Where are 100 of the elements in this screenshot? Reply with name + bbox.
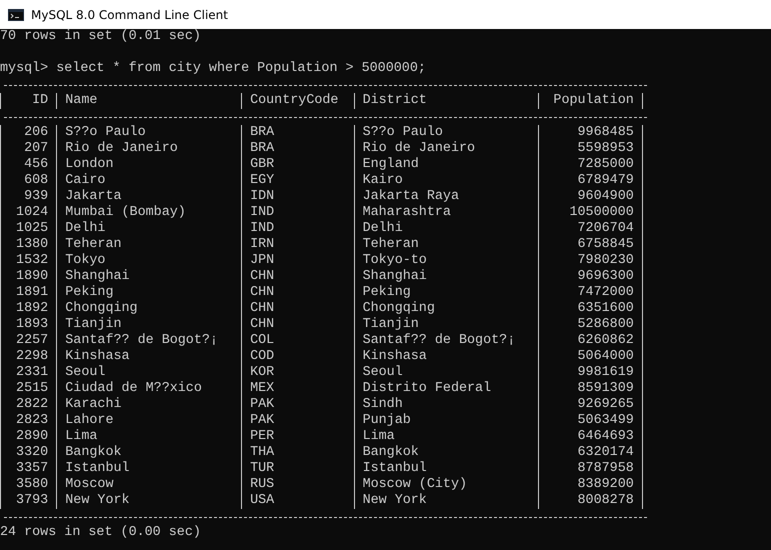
table-cell: Santaf?? de Bogot?¡ [56,333,242,349]
table-cell: KOR [241,365,354,381]
table-cell: 1380 [0,237,56,253]
table-cell: Seoul [56,365,242,381]
table-cell: 2257 [0,333,56,349]
table-cell: 2822 [0,397,56,413]
table-cell: 939 [0,189,56,205]
table-cell: 1532 [0,253,56,269]
table-cell: 6260862 [538,333,643,349]
table-cell: Distrito Federal [354,381,538,397]
table-cell: Santaf?? de Bogot?¡ [354,333,538,349]
column-header: Name [56,93,242,109]
table-cell: 6351600 [538,301,643,317]
table-cell: 7472000 [538,285,643,301]
table-cell: 7980230 [538,253,643,269]
table-cell: Shanghai [354,269,538,285]
table-cell: 8787958 [538,461,643,477]
table-cell: Teheran [56,237,242,253]
table-cell: IND [241,205,354,221]
table-cell: CHN [241,285,354,301]
table-cell: Kinshasa [354,349,538,365]
table-cell: Sindh [354,397,538,413]
table-cell: Tokyo-to [354,253,538,269]
table-cell: 9269265 [538,397,643,413]
table-cell: 9604900 [538,189,643,205]
table-cell: 2298 [0,349,56,365]
table-cell: 206 [0,125,56,141]
table-cell: 5064000 [538,349,643,365]
table-cell: TUR [241,461,354,477]
table-cell: Lahore [56,413,242,429]
table-cell: Seoul [354,365,538,381]
table-cell: 6464693 [538,429,643,445]
table-cell: BRA [241,125,354,141]
table-cell: 5063499 [538,413,643,429]
table-cell: 2331 [0,365,56,381]
table-cell: Delhi [56,221,242,237]
table-cell: 3357 [0,461,56,477]
table-cell: Teheran [354,237,538,253]
table-cell: 2823 [0,413,56,429]
table-cell: 5286800 [538,317,643,333]
table-cell: Peking [56,285,242,301]
table-cell: CHN [241,317,354,333]
table-cell: 8591309 [538,381,643,397]
table-cell: 608 [0,173,56,189]
table-cell: 3793 [0,493,56,509]
column-header: District [354,93,538,109]
table-cell: USA [241,493,354,509]
table-cell: Maharashtra [354,205,538,221]
column-header: Population [538,93,643,109]
table-cell: GBR [241,157,354,173]
table-cell: New York [56,493,242,509]
table-cell: S??o Paulo [354,125,538,141]
table-cell: Ciudad de M??xico [56,381,242,397]
table-cell: Punjab [354,413,538,429]
table-cell: Istanbul [56,461,242,477]
table-cell: London [56,157,242,173]
table-cell: England [354,157,538,173]
command-line: mysql> select * from city where Population > 5000000; [0,61,426,77]
table-cell: Tianjin [354,317,538,333]
table-cell: MEX [241,381,354,397]
table-cell: 8389200 [538,477,643,493]
table-cell: BRA [241,141,354,157]
table-cell: Peking [354,285,538,301]
table-cell: Jakarta [56,189,242,205]
table-cell: CHN [241,301,354,317]
table-cell: Rio de Janeiro [56,141,242,157]
table-cell: Chongqing [56,301,242,317]
table-cell: 6320174 [538,445,643,461]
table-cell: Tianjin [56,317,242,333]
table-cell: COD [241,349,354,365]
table-cell: 2515 [0,381,56,397]
column-header: CountryCode [241,93,354,109]
table-cell: 207 [0,141,56,157]
table-cell: 8008278 [538,493,643,509]
table-cell: 9981619 [538,365,643,381]
table-cell: New York [354,493,538,509]
table-cell: Mumbai (Bombay) [56,205,242,221]
table-cell: 7285000 [538,157,643,173]
table-cell: 2890 [0,429,56,445]
table-cell: 1025 [0,221,56,237]
table-cell: COL [241,333,354,349]
table-cell: Cairo [56,173,242,189]
table-cell: Jakarta Raya [354,189,538,205]
table-cell: RUS [241,477,354,493]
table-cell: Bangkok [354,445,538,461]
table-cell: Kairo [354,173,538,189]
table-cell: 9968485 [538,125,643,141]
table-cell: Rio de Janeiro [354,141,538,157]
table-cell: Lima [354,429,538,445]
table-cell: CHN [241,269,354,285]
table-cell: Tokyo [56,253,242,269]
table-cell: IDN [241,189,354,205]
table-cell: Delhi [354,221,538,237]
table-cell: 1024 [0,205,56,221]
table-cell: Kinshasa [56,349,242,365]
table-cell: Lima [56,429,242,445]
table-cell: 3320 [0,445,56,461]
table-cell: 9696300 [538,269,643,285]
table-cell: 7206704 [538,221,643,237]
table-cell: Moscow (City) [354,477,538,493]
